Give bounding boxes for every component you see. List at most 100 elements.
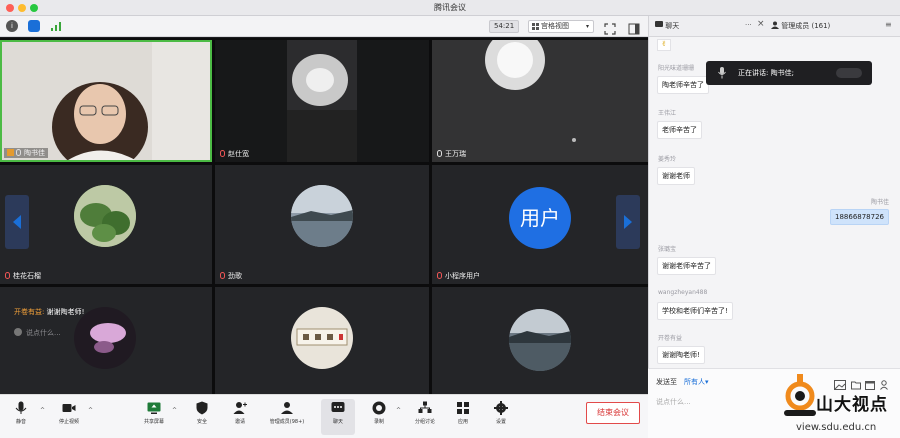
- chat-message-list: ✌ 阳光味道珊珊 陶老师辛苦了 王伟江 老师辛苦了 姜秀玲 谢谢老师 陶书佳 1…: [649, 37, 900, 384]
- message-bubble: 谢谢老师辛苦了: [657, 257, 716, 275]
- participant-name: 王万瑞: [437, 149, 466, 159]
- apps-icon: [457, 402, 469, 414]
- emoji-sticker-icon: ✌: [657, 39, 671, 51]
- view-mode-select[interactable]: 宫格视图 ▾: [528, 20, 594, 33]
- shield-icon[interactable]: [28, 20, 40, 32]
- mute-button[interactable]: 静音: [4, 399, 38, 435]
- send-to-label: 发送至: [656, 378, 677, 386]
- participant-name: 陶书佳: [4, 148, 48, 158]
- video-tile[interactable]: 桂花石榴: [0, 165, 212, 284]
- title-bar: 腾讯会议: [0, 0, 900, 16]
- prev-page-button[interactable]: [5, 195, 29, 249]
- record-icon: [372, 401, 386, 415]
- chevron-down-icon: ▾: [585, 23, 589, 30]
- breakout-rooms-icon: [418, 401, 432, 413]
- tab-chat[interactable]: 聊天: [655, 21, 679, 31]
- gear-icon: [494, 401, 508, 415]
- members-icon: [281, 402, 293, 414]
- message-bubble: 谢谢老师: [657, 167, 695, 185]
- mic-muted-icon: [220, 150, 225, 157]
- host-icon: [7, 149, 14, 156]
- participant-video: [287, 40, 357, 162]
- chevron-left-icon: [13, 215, 21, 229]
- video-tile[interactable]: [432, 287, 648, 394]
- info-icon[interactable]: i: [6, 20, 18, 32]
- video-tile[interactable]: [215, 287, 429, 394]
- manage-members-button[interactable]: 管理成员(98+): [262, 399, 312, 435]
- more-options-icon[interactable]: ···: [745, 21, 752, 29]
- sdu-logo-icon: [784, 374, 816, 416]
- meeting-window: 腾讯会议 i 54:21 宫格视图 ▾ 陶书佳 赵仕宽 王万瑞 桂花石榴 劲歌 …: [0, 0, 900, 438]
- message-bubble: 陶老师辛苦了: [657, 76, 709, 94]
- mic-icon: [16, 149, 21, 156]
- mute-options-caret[interactable]: ^: [40, 407, 46, 414]
- breakout-button[interactable]: 分组讨论: [408, 399, 442, 435]
- bottom-toolbar: 静音 ^ 停止视频 ^ 共享屏幕 ^ 安全 邀请 管理成员(98+) 聊天 录制…: [0, 394, 648, 438]
- view-mode-label: 宫格视图: [541, 22, 569, 30]
- message-sender: wangzheyan488: [658, 289, 708, 296]
- video-options-caret[interactable]: ^: [88, 407, 94, 414]
- chat-overlay-message: 开卷有益: 谢谢陶老师!: [14, 308, 85, 316]
- chat-icon: [655, 21, 663, 27]
- tab-members[interactable]: 管理成员 (161): [771, 21, 830, 31]
- mic-muted-icon: [220, 272, 225, 279]
- message-sender: 阳光味道珊珊: [658, 65, 695, 72]
- video-tile-self[interactable]: 陶书佳: [0, 40, 212, 162]
- mic-muted-icon: [437, 272, 442, 279]
- close-icon[interactable]: ×: [757, 19, 765, 29]
- chat-button[interactable]: 聊天: [321, 399, 355, 435]
- message-sender: 王伟江: [658, 110, 677, 117]
- menu-icon[interactable]: ≡: [885, 20, 892, 29]
- window-title: 腾讯会议: [434, 3, 466, 12]
- sidebar-toggle-icon[interactable]: [628, 20, 640, 35]
- invite-button[interactable]: 邀请: [223, 399, 257, 435]
- watermark-logo: 山大视点 view.sdu.edu.cn: [778, 370, 900, 438]
- watermark-brand: 山大视点: [816, 395, 888, 415]
- video-tile[interactable]: 赵仕宽: [215, 40, 429, 162]
- message-sender: 开卷有益: [658, 335, 683, 342]
- message-sender: 姜秀玲: [658, 156, 677, 163]
- chat-overlay-input[interactable]: 说点什么...: [14, 328, 61, 338]
- participant-name: 劲歌: [220, 271, 242, 281]
- grid-icon: [532, 23, 539, 30]
- video-tile[interactable]: 开卷有益: 谢谢陶老师! 说点什么...: [0, 287, 212, 394]
- message-bubble: 老师辛苦了: [657, 121, 702, 139]
- record-button[interactable]: 录制: [362, 399, 396, 435]
- mic-icon: [437, 150, 442, 157]
- participant-avatar: [74, 185, 136, 247]
- meeting-top-bar: i 54:21 宫格视图 ▾: [0, 16, 648, 37]
- signal-icon[interactable]: [50, 20, 62, 32]
- chat-input[interactable]: 说点什么...: [656, 397, 691, 407]
- share-screen-icon: [147, 402, 161, 414]
- video-tile[interactable]: 王万瑞: [432, 40, 648, 162]
- microphone-icon: [718, 67, 726, 79]
- settings-button[interactable]: 设置: [484, 399, 518, 435]
- add-user-icon: [233, 402, 247, 414]
- record-options-caret[interactable]: ^: [396, 407, 402, 414]
- speaking-indicator: 正在讲话: 陶书佳;: [706, 61, 872, 85]
- message-sender: 陶书佳: [870, 199, 889, 206]
- mic-muted-icon: [5, 272, 10, 279]
- participant-avatar: 用户: [509, 187, 571, 249]
- shield-icon: [196, 401, 208, 415]
- participant-avatar: [509, 309, 571, 371]
- next-page-button[interactable]: [616, 195, 640, 249]
- microphone-icon: [15, 401, 27, 414]
- video-tile[interactable]: 劲歌: [215, 165, 429, 284]
- end-meeting-button[interactable]: 结束会议: [586, 402, 640, 424]
- message-sender: 张璐宝: [658, 246, 677, 253]
- share-screen-button[interactable]: 共享屏幕: [137, 399, 171, 435]
- share-options-caret[interactable]: ^: [172, 407, 178, 414]
- camera-icon: [62, 404, 76, 412]
- participant-name: 赵仕宽: [220, 149, 249, 159]
- stop-video-button[interactable]: 停止视频: [52, 399, 86, 435]
- members-icon: [771, 21, 779, 29]
- send-to-select[interactable]: 所有人▾: [684, 377, 709, 387]
- video-grid: 陶书佳 赵仕宽 王万瑞 桂花石榴 劲歌 用户 小程序用户 开卷有益: 谢谢陶老师…: [0, 38, 648, 394]
- message-bubble: 学校和老师们辛苦了!: [657, 302, 733, 320]
- chevron-right-icon: [624, 215, 632, 229]
- emoji-icon[interactable]: [14, 328, 22, 336]
- fullscreen-icon[interactable]: [604, 20, 616, 35]
- apps-button[interactable]: 应用: [446, 399, 480, 435]
- security-button[interactable]: 安全: [185, 399, 219, 435]
